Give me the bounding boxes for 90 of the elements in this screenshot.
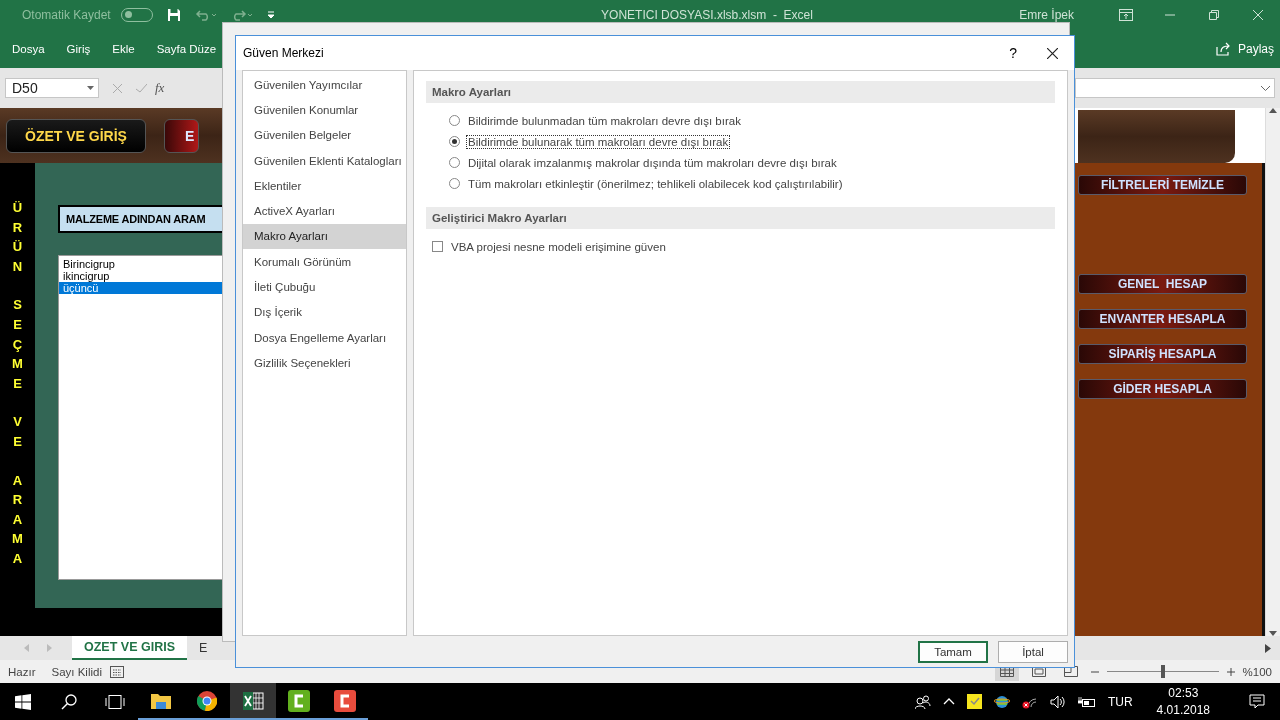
zoom-level[interactable]: %100 (1242, 665, 1272, 678)
people-icon[interactable] (914, 694, 931, 709)
task-view-icon[interactable] (105, 694, 125, 709)
vertical-heading: ÜRÜN SEÇME VE ARAMA (11, 199, 24, 568)
radio-button[interactable] (449, 115, 460, 126)
category-item[interactable]: Eklentiler (243, 173, 406, 199)
start-icon[interactable] (15, 693, 31, 710)
sheet-button[interactable]: ENVANTER HESAPLA (1078, 309, 1247, 329)
sheet-button[interactable]: GENEL HESAP (1078, 274, 1247, 294)
insert-function-button[interactable]: fx (155, 80, 165, 96)
radio-button[interactable] (449, 157, 460, 168)
section-heading: Makro Ayarları (426, 81, 1055, 103)
sheet-button[interactable]: E (163, 118, 200, 153)
sticky-note-icon[interactable] (966, 694, 982, 709)
page-icon (1031, 666, 1046, 677)
category-item[interactable]: Dış İçerik (243, 299, 406, 325)
search-icon[interactable] (61, 693, 77, 710)
dialog-button[interactable]: İptal (998, 640, 1068, 663)
list-box[interactable]: Birincigrup ikincigrup üçüncü (58, 255, 222, 580)
category-item[interactable]: Makro Ayarları (243, 223, 406, 250)
vertical-scrollbar[interactable] (1265, 108, 1280, 636)
close-icon[interactable] (1047, 47, 1058, 59)
share-icon (1215, 42, 1232, 56)
category-item[interactable]: Güvenilen Konumlar (243, 97, 406, 123)
radio-button[interactable] (449, 136, 460, 147)
macro-record-icon[interactable] (110, 665, 124, 678)
volume-icon[interactable] (1049, 694, 1066, 709)
check-icon[interactable] (136, 83, 147, 93)
dialog-title: Güven Merkezi (243, 46, 325, 60)
option-label[interactable]: Bildirimde bulunarak tüm makroları devre dışı bırak (466, 134, 731, 149)
sheet-button[interactable]: GİDER HESAPLA (1078, 379, 1247, 399)
option-label[interactable]: Bildirimde bulunmadan tüm makroları devre dışı bırak (466, 113, 743, 128)
list-item[interactable]: Birincigrup (59, 258, 222, 270)
sheet-tab[interactable]: OZET VE GIRIS (72, 636, 187, 660)
option-label[interactable]: Dijital olarak imzalanmış makrolar dışında tüm makroları devre dışı bırak (466, 155, 839, 170)
radio-button[interactable] (449, 178, 460, 189)
clock[interactable]: 02:53 4.01.2018 (1156, 684, 1210, 719)
category-item[interactable]: Dosya Engelleme Ayarları (243, 324, 406, 351)
category-item[interactable]: İleti Çubuğu (243, 274, 406, 300)
help-button[interactable]: ? (1009, 45, 1017, 61)
share-button[interactable]: Paylaş (1215, 42, 1274, 56)
option-label[interactable]: VBA projesi nesne modeli erişimine güven (449, 239, 668, 254)
dropdown-icon (87, 86, 94, 90)
scroll-right-icon[interactable] (1265, 643, 1271, 653)
list-item[interactable]: ikincigrup (59, 270, 222, 282)
dialog-button[interactable]: Tamam (918, 640, 988, 663)
browser-icon (197, 690, 217, 711)
user-name[interactable]: Emre İpek (1019, 8, 1074, 22)
sheet-tab[interactable]: E (187, 636, 220, 660)
window-title: YONETICI DOSYASI.xlsb.xlsm - Excel (600, 8, 814, 22)
ribbon-tab[interactable]: Giriş (55, 43, 102, 55)
page-break-icon (1063, 666, 1078, 677)
folder-icon (150, 691, 172, 710)
status-text: Hazır (8, 665, 36, 678)
ribbon-display-icon[interactable] (1119, 9, 1133, 21)
sheet-button[interactable]: SİPARİŞ HESAPLA (1078, 344, 1247, 364)
language-indicator[interactable]: TUR (1107, 694, 1133, 709)
name-box[interactable]: D50 (5, 78, 99, 98)
category-item[interactable]: Güvenilen Eklenti Katalogları (243, 147, 406, 174)
formula-field[interactable] (1075, 78, 1275, 98)
chevron-up-icon[interactable] (942, 698, 955, 705)
spreadsheet-icon (242, 690, 264, 711)
restore-icon[interactable] (1209, 10, 1219, 20)
grid-icon (999, 666, 1014, 677)
customize-icon[interactable] (266, 11, 275, 19)
notification-icon[interactable] (1249, 694, 1265, 709)
globe-icon[interactable] (993, 694, 1010, 709)
category-item[interactable]: Güvenilen Yayımcılar (243, 72, 406, 98)
category-item[interactable]: Korumalı Görünüm (243, 249, 406, 275)
taskbar-app[interactable] (230, 683, 276, 720)
category-item[interactable]: Güvenilen Belgeler (243, 122, 406, 148)
battery-icon[interactable] (1077, 695, 1096, 708)
category-item[interactable]: Gizlilik Seçenekleri (243, 350, 406, 376)
section-heading: Geliştirici Makro Ayarları (426, 207, 1055, 229)
sheet-button[interactable]: ÖZET VE GİRİŞ (6, 118, 146, 153)
recorder-icon (334, 689, 356, 712)
recorder-icon (288, 689, 310, 712)
ribbon-tab[interactable]: Dosya (0, 43, 56, 55)
autosave-label: Otomatik Kaydet (22, 8, 111, 22)
save-icon[interactable] (166, 8, 181, 22)
option-label[interactable]: Tüm makroları etkinleştir (önerilmez; tehlikeli olabilecek kod çalıştırılabilir) (466, 176, 845, 191)
checkbox[interactable] (432, 241, 443, 252)
ribbon-tab[interactable]: Ekle (101, 43, 146, 55)
status-text: Sayı Kilidi (51, 665, 102, 678)
expand-icon (1261, 85, 1270, 91)
category-item[interactable]: ActiveX Ayarları (243, 198, 406, 224)
zoom-in-icon[interactable] (1226, 667, 1235, 676)
list-item[interactable]: üçüncü (59, 282, 222, 294)
sheet-button[interactable]: FİLTRELERİ TEMİZLE (1078, 175, 1247, 195)
search-heading: MALZEME ADINDAN ARAM (58, 205, 222, 233)
